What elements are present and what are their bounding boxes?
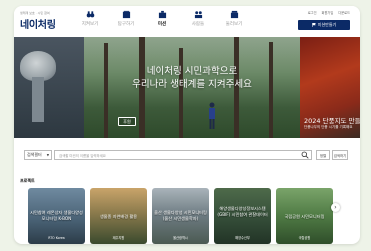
hero-carousel: 네이처링 시민과학으로 우리나라 생태계를 지켜주세요 후원 2024 단풍지도…	[14, 37, 360, 138]
binoculars-icon	[86, 11, 94, 18]
search-input[interactable]: 검색할 미션의 이름을 입력하세요	[54, 150, 312, 160]
project-card[interactable]: 생물종 자연배경 활용 제주지원	[90, 188, 147, 244]
project-carousel: 시민참여 레몬상자 생물다양성 모니터링 K-BON RTO Korea 생물종…	[28, 188, 360, 244]
next-slide-title: 2024 단풍지도 만들기	[304, 117, 360, 125]
project-badge: 울산광역시	[173, 236, 188, 240]
project-card[interactable]: 울산 생물다양성 시민모니터링 (울산 시민생물학자) 울산광역시	[152, 188, 209, 244]
nav-label: 둘러보기	[225, 22, 243, 27]
nav-label: 지켜보기	[81, 22, 99, 27]
project-card[interactable]: 해양생물다양성정보시스템(GBIF) 시민참여 관찰데이터 해양수산부	[214, 188, 271, 244]
project-title: 국립공원 시민모니터링	[284, 214, 325, 219]
hero-title-line1: 네이처링 시민과학으로	[146, 66, 238, 77]
tagline: 생태계 보호 · 시민 참여	[20, 11, 50, 15]
project-badge: 국립공원	[298, 236, 311, 240]
search-button[interactable]: 검색하기	[332, 150, 348, 160]
filter-select-label: 검색필터	[27, 152, 42, 157]
create-mission-label: 미션만들기	[317, 22, 337, 27]
download-link[interactable]: 다운로드	[338, 10, 350, 15]
explore-icon	[230, 10, 238, 19]
nav-item-watch[interactable]: 지켜보기	[72, 10, 108, 27]
project-title: 생물종 자연배경 활용	[99, 214, 138, 219]
project-badge: 해양수산부	[235, 236, 250, 240]
filter-select[interactable]: 검색필터 ▼	[24, 150, 52, 160]
chevron-right-icon[interactable]: ›	[331, 203, 340, 212]
project-card[interactable]: 국립공원 시민모니터링 국립공원	[276, 188, 333, 244]
project-card[interactable]: 시민참여 레몬상자 생물다양성 모니터링 K-BON RTO Korea	[28, 188, 85, 244]
search-placeholder: 검색할 미션의 이름을 입력하세요	[59, 153, 106, 158]
hero-slide-prev[interactable]	[14, 37, 84, 138]
main-nav: 지켜보기 탐구하기 미션 사람들 둘러보기	[72, 10, 252, 27]
project-badge: RTO Korea	[48, 236, 65, 240]
nav-label: 미션	[157, 22, 167, 27]
mission-icon	[158, 10, 166, 19]
project-title: 시민참여 레몬상자 생물다양성 모니터링 K-BON	[30, 210, 83, 221]
hero-title: 네이처링 시민과학으로 우리나라 생태계를 지켜주세요	[84, 65, 300, 91]
logo[interactable]: 네이처링	[20, 16, 56, 31]
project-title: 울산 생물다양성 시민모니터링 (울산 시민생물학자)	[154, 210, 207, 221]
flag-icon	[312, 23, 316, 27]
create-mission-button[interactable]: 미션만들기	[298, 20, 350, 30]
hero-title-line2: 우리나라 생태계를 지켜주세요	[132, 79, 252, 90]
next-slide-subtitle: 단풍나무의 단풍 시기를 기록해요	[304, 125, 353, 129]
hiker-figure	[209, 102, 215, 129]
donate-button[interactable]: 후원	[118, 117, 136, 126]
header: 생태계 보호 · 시민 참여 네이처링 지켜보기 탐구하기 미션 사람들 둘러보…	[14, 6, 360, 36]
project-badge: 제주지원	[112, 236, 125, 240]
page-card: 생태계 보호 · 시민 참여 네이처링 지켜보기 탐구하기 미션 사람들 둘러보…	[14, 6, 360, 244]
nav-label: 사람들	[191, 22, 205, 27]
signup-link[interactable]: 회원가입	[322, 10, 334, 15]
util-links: 로그인 회원가입 다운로드	[308, 10, 350, 15]
section-title: 프로젝트	[20, 178, 35, 183]
nav-item-browse[interactable]: 둘러보기	[216, 10, 252, 27]
nav-label: 탐구하기	[117, 22, 135, 27]
search-icon[interactable]	[301, 151, 309, 159]
nav-item-mission[interactable]: 미션	[144, 10, 180, 27]
collection-icon	[122, 10, 130, 19]
chevron-down-icon: ▼	[46, 153, 49, 157]
login-link[interactable]: 로그인	[308, 10, 317, 15]
people-icon	[194, 11, 202, 19]
nav-item-people[interactable]: 사람들	[180, 10, 216, 27]
search-bar: 검색필터 ▼ 검색할 미션의 이름을 입력하세요 정렬 검색하기	[14, 138, 360, 174]
nav-item-explore[interactable]: 탐구하기	[108, 10, 144, 27]
sort-button[interactable]: 정렬	[316, 150, 330, 160]
project-title: 해양생물다양성정보시스템(GBIF) 시민참여 관찰데이터	[217, 206, 268, 217]
